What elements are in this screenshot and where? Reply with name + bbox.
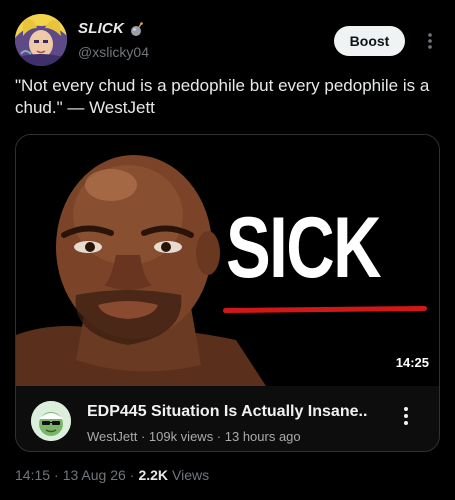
author-name[interactable]: SLICK <box>78 20 124 37</box>
tweet-footer: 14:15 · 13 Aug 26 · 2.2K Views <box>15 467 209 483</box>
more-options-icon[interactable] <box>422 31 438 51</box>
video-meta: WestJett · 109k views · 13 hours ago <box>87 429 301 444</box>
thumbnail-title-text: SICK <box>226 200 382 296</box>
author-name-row: SLICK <box>78 20 145 37</box>
channel-avatar-image <box>31 401 71 441</box>
video-thumbnail[interactable]: SICK 14:25 <box>16 135 439 386</box>
tweet-text: "Not every chud is a pedophile but every… <box>15 76 430 117</box>
avatar-image <box>15 14 67 66</box>
views-label: Views <box>172 467 210 483</box>
channel-avatar[interactable] <box>31 401 71 441</box>
tweet-date[interactable]: 13 Aug 26 <box>63 467 126 483</box>
bomb-icon <box>129 21 145 37</box>
footer-separator: · <box>129 467 135 483</box>
author-avatar[interactable] <box>15 14 67 66</box>
video-card[interactable]: SICK 14:25 EDP445 Situation Is Actually … <box>15 134 440 452</box>
video-title[interactable]: EDP445 Situation Is Actually Insane.. <box>87 403 367 421</box>
card-more-options-icon[interactable] <box>400 405 412 427</box>
views-count[interactable]: 2.2K <box>138 467 168 483</box>
boost-button[interactable]: Boost <box>334 26 405 56</box>
footer-separator: · <box>54 467 59 483</box>
tweet-time[interactable]: 14:15 <box>15 467 50 483</box>
author-handle[interactable]: @xslicky04 <box>78 44 149 60</box>
video-duration: 14:25 <box>395 355 429 370</box>
